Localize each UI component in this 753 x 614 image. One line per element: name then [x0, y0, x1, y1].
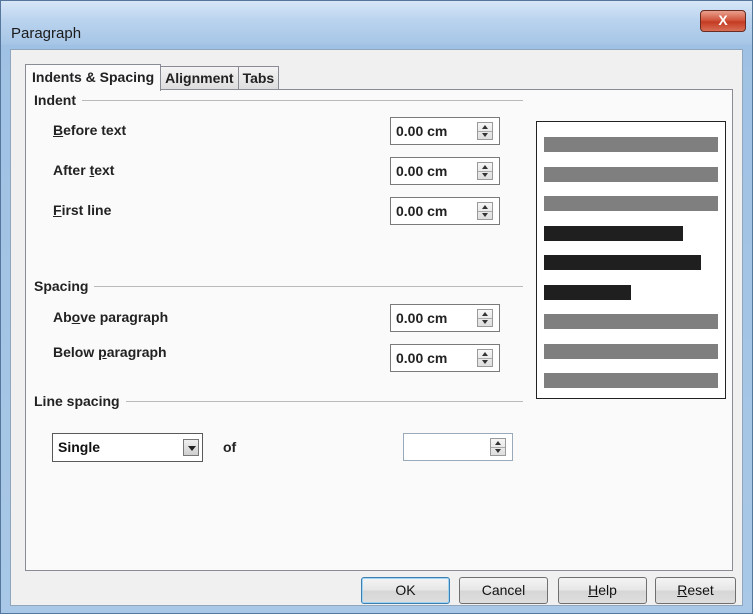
- line-spacing-section-heading: Line spacing: [34, 393, 523, 409]
- of-label: of: [223, 439, 237, 455]
- tab-bar: Indents & Spacing Alignment Tabs: [25, 64, 280, 91]
- reset-button[interactable]: Reset: [655, 577, 736, 604]
- ok-button[interactable]: OK: [361, 577, 450, 604]
- indent-heading-label: Indent: [34, 92, 76, 108]
- paragraph-preview: [536, 121, 726, 399]
- tab-alignment[interactable]: Alignment: [160, 66, 239, 90]
- after-text-label: After text: [53, 162, 115, 178]
- preview-line: [544, 226, 683, 241]
- close-button[interactable]: X: [700, 10, 746, 32]
- spinner-arrows-icon[interactable]: [477, 162, 493, 180]
- below-paragraph-value: 0.00 cm: [396, 350, 448, 366]
- line-spacing-heading-label: Line spacing: [34, 393, 120, 409]
- section-divider: [125, 400, 523, 402]
- preview-line: [544, 285, 631, 300]
- preview-line: [544, 167, 718, 182]
- tab-tabs[interactable]: Tabs: [237, 66, 280, 90]
- title-bar[interactable]: Paragraph X: [1, 1, 752, 45]
- spacing-section-heading: Spacing: [34, 278, 523, 294]
- line-spacing-select[interactable]: Single: [52, 433, 203, 462]
- before-text-value: 0.00 cm: [396, 123, 448, 139]
- first-line-spinbox[interactable]: 0.00 cm: [390, 197, 500, 225]
- above-paragraph-spinbox[interactable]: 0.00 cm: [390, 304, 500, 332]
- below-paragraph-spinbox[interactable]: 0.00 cm: [390, 344, 500, 372]
- spinner-arrows-icon[interactable]: [477, 202, 493, 220]
- indent-section-heading: Indent: [34, 92, 523, 108]
- spacing-heading-label: Spacing: [34, 278, 89, 294]
- before-text-spinbox[interactable]: 0.00 cm: [390, 117, 500, 145]
- section-divider: [82, 99, 523, 101]
- line-spacing-of-spinbox[interactable]: [403, 433, 513, 461]
- preview-line: [544, 196, 718, 211]
- help-button[interactable]: Help: [558, 577, 647, 604]
- spinner-arrows-icon[interactable]: [477, 122, 493, 140]
- line-spacing-value: Single: [58, 439, 101, 455]
- dialog-title: Paragraph: [11, 25, 82, 42]
- after-text-value: 0.00 cm: [396, 163, 448, 179]
- before-text-label: Before text: [53, 122, 127, 138]
- preview-line: [544, 373, 718, 388]
- dialog-client-area: Indents & Spacing Alignment Tabs Indent …: [10, 49, 743, 606]
- spinner-arrows-icon[interactable]: [477, 309, 493, 327]
- spinner-arrows-icon[interactable]: [490, 438, 506, 456]
- spinner-arrows-icon[interactable]: [477, 349, 493, 367]
- close-icon: X: [718, 12, 728, 28]
- chevron-down-icon[interactable]: [183, 439, 199, 456]
- preview-line: [544, 314, 718, 329]
- above-paragraph-label: Above paragraph: [53, 309, 169, 325]
- above-paragraph-value: 0.00 cm: [396, 310, 448, 326]
- cancel-button[interactable]: Cancel: [459, 577, 548, 604]
- first-line-value: 0.00 cm: [396, 203, 448, 219]
- after-text-spinbox[interactable]: 0.00 cm: [390, 157, 500, 185]
- below-paragraph-label: Below paragraph: [53, 344, 167, 360]
- first-line-label: First line: [53, 202, 112, 218]
- preview-line: [544, 344, 718, 359]
- preview-line: [544, 255, 701, 270]
- paragraph-dialog: Paragraph X Indents & Spacing Alignment …: [0, 0, 753, 614]
- tab-indents-spacing[interactable]: Indents & Spacing: [25, 64, 162, 91]
- preview-line: [544, 137, 718, 152]
- section-divider: [94, 285, 523, 287]
